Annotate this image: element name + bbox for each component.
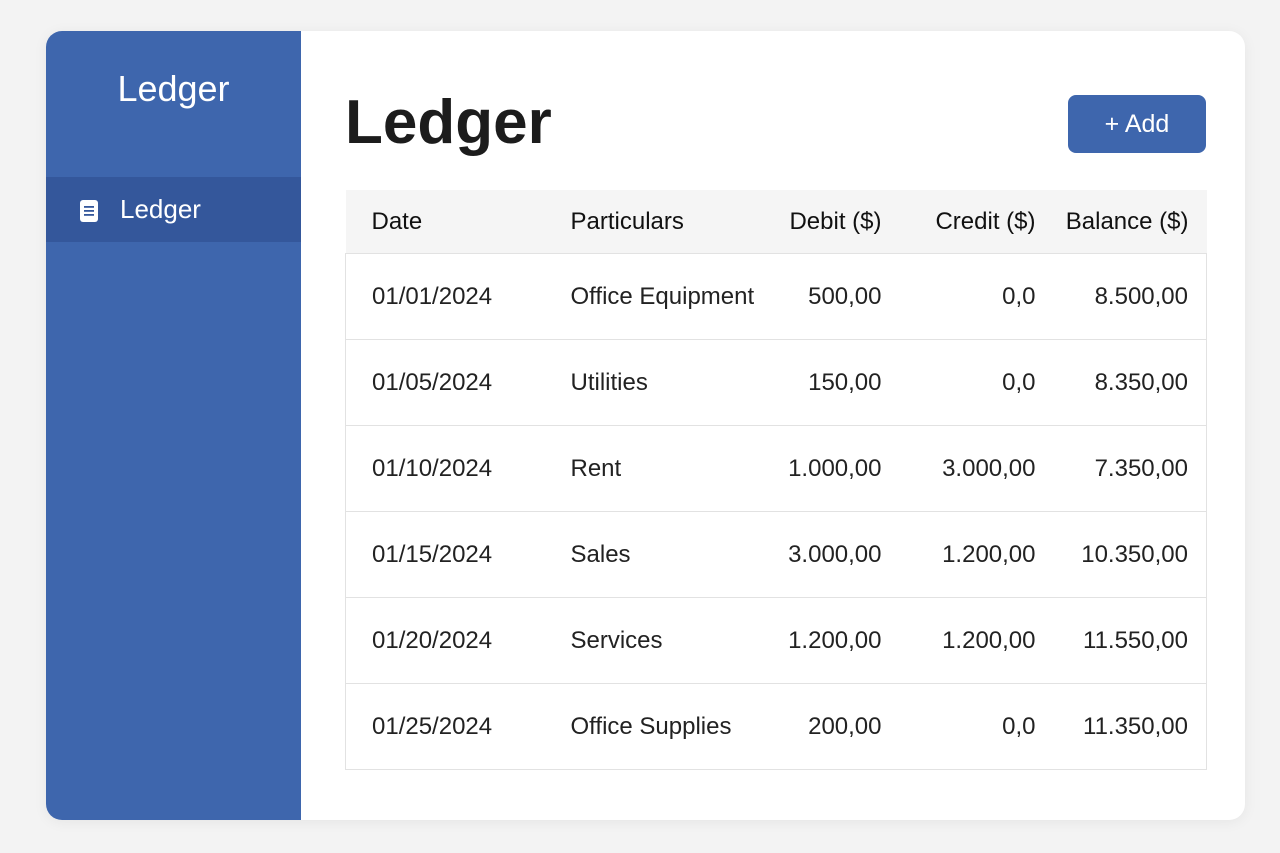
cell-balance: 11.350,00	[1035, 683, 1207, 770]
table-row[interactable]: 01/05/2024 Utilities 150,00 0,0 8.350,00	[345, 339, 1207, 426]
cell-debit: 3.000,00	[770, 511, 882, 598]
cell-particulars: Utilities	[570, 339, 771, 426]
column-header-balance[interactable]: Balance ($)	[1035, 190, 1207, 254]
cell-particulars: Sales	[570, 511, 771, 598]
cell-debit: 500,00	[770, 253, 882, 340]
cell-particulars: Office Supplies	[570, 683, 771, 770]
cell-credit: 0,0	[881, 253, 1036, 340]
column-header-debit[interactable]: Debit ($)	[770, 190, 882, 254]
cell-particulars: Services	[570, 597, 771, 684]
page-title: Ledger	[345, 88, 552, 157]
table-body: 01/01/2024 Office Equipment 500,00 0,0 8…	[345, 253, 1207, 770]
cell-credit: 1.200,00	[881, 511, 1036, 598]
cell-particulars: Rent	[570, 425, 771, 512]
cell-date: 01/01/2024	[345, 253, 571, 340]
table-row[interactable]: 01/01/2024 Office Equipment 500,00 0,0 8…	[345, 253, 1207, 340]
document-icon	[80, 200, 98, 222]
add-button[interactable]: + Add	[1068, 95, 1206, 153]
table-header: Date Particulars Debit ($) Credit ($) Ba…	[345, 190, 1207, 254]
main-content: Ledger + Add Date Particulars Debit ($) …	[301, 31, 1245, 820]
cell-debit: 1.200,00	[770, 597, 882, 684]
sidebar: Ledger Ledger	[46, 31, 301, 820]
cell-balance: 11.550,00	[1035, 597, 1207, 684]
cell-date: 01/15/2024	[345, 511, 571, 598]
ledger-table: Date Particulars Debit ($) Credit ($) Ba…	[345, 190, 1207, 770]
table-row[interactable]: 01/25/2024 Office Supplies 200,00 0,0 11…	[345, 683, 1207, 770]
sidebar-item-label: Ledger	[120, 194, 201, 224]
sidebar-item-ledger[interactable]: Ledger	[46, 177, 301, 242]
cell-particulars: Office Equipment	[570, 253, 771, 340]
table-row[interactable]: 01/10/2024 Rent 1.000,00 3.000,00 7.350,…	[345, 425, 1207, 512]
cell-balance: 8.500,00	[1035, 253, 1207, 340]
cell-date: 01/10/2024	[345, 425, 571, 512]
cell-date: 01/05/2024	[345, 339, 571, 426]
cell-credit: 0,0	[881, 339, 1036, 426]
sidebar-brand: Ledger	[117, 68, 230, 109]
cell-balance: 8.350,00	[1035, 339, 1207, 426]
cell-date: 01/20/2024	[345, 597, 571, 684]
cell-debit: 200,00	[770, 683, 882, 770]
cell-credit: 3.000,00	[881, 425, 1036, 512]
cell-balance: 10.350,00	[1035, 511, 1207, 598]
cell-balance: 7.350,00	[1035, 425, 1207, 512]
cell-date: 01/25/2024	[345, 683, 571, 770]
table-row[interactable]: 01/20/2024 Services 1.200,00 1.200,00 11…	[345, 597, 1207, 684]
table-header-row: Date Particulars Debit ($) Credit ($) Ba…	[345, 190, 1207, 254]
column-header-credit[interactable]: Credit ($)	[881, 190, 1036, 254]
cell-debit: 150,00	[770, 339, 882, 426]
column-header-particulars[interactable]: Particulars	[570, 190, 771, 254]
cell-debit: 1.000,00	[770, 425, 882, 512]
cell-credit: 0,0	[881, 683, 1036, 770]
app-window: Ledger Ledger Ledger + Add Date Particul…	[46, 31, 1245, 820]
table-row[interactable]: 01/15/2024 Sales 3.000,00 1.200,00 10.35…	[345, 511, 1207, 598]
cell-credit: 1.200,00	[881, 597, 1036, 684]
column-header-date[interactable]: Date	[345, 190, 571, 254]
